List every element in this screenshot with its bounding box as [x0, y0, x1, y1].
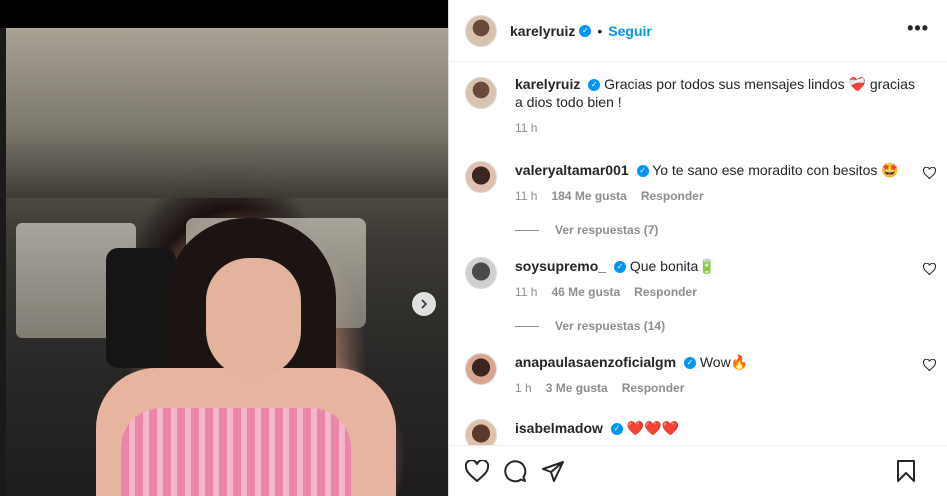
comment-text: Que bonita🔋	[629, 258, 716, 274]
reply-button[interactable]: Responder	[622, 379, 685, 397]
avatar[interactable]	[465, 77, 497, 109]
post-photo[interactable]	[6, 28, 448, 496]
avatar[interactable]	[465, 419, 497, 445]
reply-button[interactable]: Responder	[641, 187, 704, 205]
view-replies-button[interactable]: Ver respuestas (14)	[515, 319, 947, 333]
comment-likes[interactable]: 184 Me gusta	[551, 187, 626, 205]
photo-car-headliner	[6, 28, 448, 198]
view-replies-label[interactable]: Ver respuestas (14)	[555, 319, 665, 333]
verified-badge-icon: ✓	[636, 165, 649, 178]
comment-username[interactable]: anapaulasaenzoficialgm	[515, 354, 676, 370]
avatar[interactable]	[465, 257, 497, 289]
verified-badge-icon: ✓	[683, 357, 696, 370]
reply-button[interactable]: Responder	[634, 283, 697, 301]
comment-likes[interactable]: 46 Me gusta	[551, 283, 620, 301]
replies-divider	[515, 229, 539, 231]
photo-subject-top	[121, 408, 351, 496]
avatar[interactable]	[465, 353, 497, 385]
view-replies-label[interactable]: Ver respuestas (7)	[555, 223, 658, 237]
verified-badge-icon: ✓	[610, 423, 623, 436]
verified-badge-icon: ✓	[613, 261, 626, 274]
heart-icon[interactable]	[465, 459, 489, 483]
avatar[interactable]	[465, 161, 497, 193]
view-replies-button[interactable]: Ver respuestas (7)	[515, 223, 947, 237]
comment-item: isabelmadow ✓ ❤️❤️❤️	[449, 419, 947, 445]
comment-time[interactable]: 11 h	[515, 187, 537, 205]
heart-icon[interactable]	[923, 359, 936, 371]
comment-username[interactable]: valeryaltamar001	[515, 162, 629, 178]
comment-item: soysupremo_ ✓ Que bonita🔋 11 h 46 Me gus…	[449, 257, 947, 301]
comment-likes[interactable]: 3 Me gusta	[546, 379, 608, 397]
post-sidebar: karelyruiz ✓ • Seguir ••• karelyruiz ✓ G…	[448, 0, 947, 496]
chevron-right-icon[interactable]	[412, 292, 436, 316]
heart-icon[interactable]	[923, 263, 936, 275]
more-options-icon[interactable]: •••	[907, 18, 929, 39]
media-top-bar	[0, 0, 448, 28]
caption-time[interactable]: 11 h	[515, 119, 537, 137]
comment-time[interactable]: 1 h	[515, 379, 532, 397]
avatar[interactable]	[465, 14, 497, 47]
verified-badge-icon: ✓	[579, 24, 592, 37]
comment-time[interactable]: 11 h	[515, 283, 537, 301]
heart-icon[interactable]	[923, 167, 936, 179]
comments-list[interactable]: karelyruiz ✓ Gracias por todos sus mensa…	[449, 63, 947, 445]
follow-button[interactable]: Seguir	[608, 23, 652, 39]
caption-username[interactable]: karelyruiz	[515, 76, 580, 92]
photo-subject-face	[206, 258, 301, 378]
share-icon[interactable]	[541, 459, 565, 483]
post-actions-bar	[449, 445, 947, 496]
post-caption: karelyruiz ✓ Gracias por todos sus mensa…	[449, 63, 947, 137]
comment-text: ❤️❤️❤️	[626, 420, 679, 436]
comment-username[interactable]: isabelmadow	[515, 420, 603, 436]
comment-item: anapaulasaenzoficialgm ✓ Wow🔥 1 h 3 Me g…	[449, 353, 947, 397]
comment-username[interactable]: soysupremo_	[515, 258, 606, 274]
comment-item: valeryaltamar001 ✓ Yo te sano ese moradi…	[449, 161, 947, 205]
bookmark-icon[interactable]	[894, 459, 918, 483]
post-author-username[interactable]: karelyruiz	[510, 23, 575, 39]
separator-dot: •	[597, 22, 603, 39]
replies-divider	[515, 325, 539, 327]
post-header: karelyruiz ✓ • Seguir •••	[449, 0, 947, 62]
comment-text: Wow🔥	[699, 354, 749, 370]
post-media-pane	[0, 0, 448, 496]
comment-text: Yo te sano ese moradito con besitos 🤩	[652, 162, 899, 178]
comment-icon[interactable]	[503, 459, 527, 483]
verified-badge-icon: ✓	[588, 79, 601, 92]
